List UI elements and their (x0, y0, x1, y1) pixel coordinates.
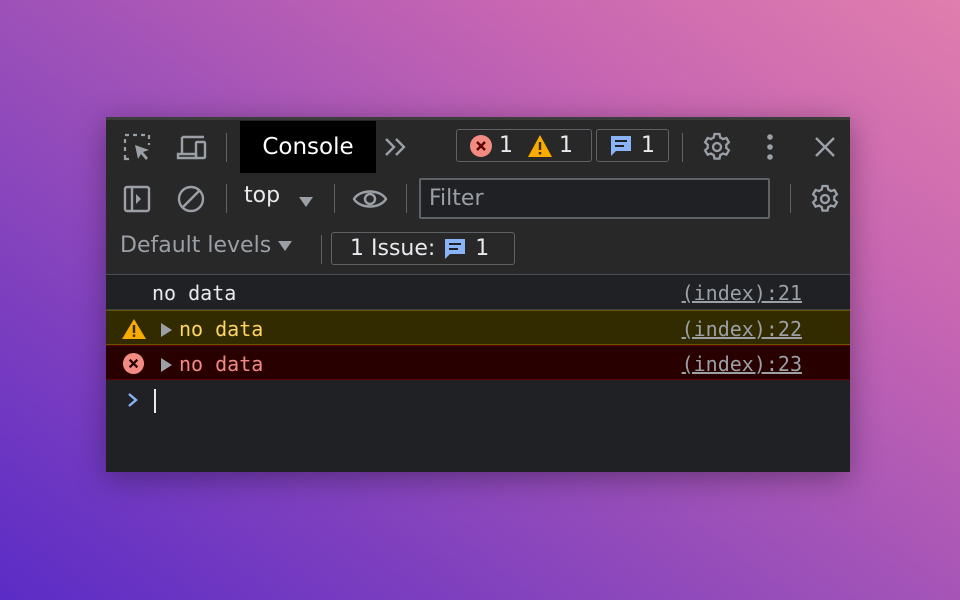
warning-icon (122, 319, 146, 339)
source-link[interactable]: (index):23 (682, 352, 802, 376)
tab-console[interactable]: Console (240, 121, 376, 173)
main-toolbar: Console 1 1 1 (106, 117, 850, 173)
kebab-menu-icon[interactable] (758, 130, 782, 164)
message-icon (445, 238, 466, 259)
warning-count: 1 (559, 133, 573, 158)
console-filter-bar: top Default levels 1 Issue: (106, 173, 850, 275)
message-count: 1 (641, 133, 655, 158)
console-message-error[interactable]: no data (index):23 (106, 345, 850, 380)
console-message-warning[interactable]: no data (index):22 (106, 310, 850, 345)
toolbar-divider (321, 235, 322, 264)
context-selector[interactable]: top (244, 183, 280, 208)
issue-counters[interactable]: 1 1 (456, 129, 592, 162)
error-icon (122, 352, 145, 375)
warning-icon (528, 134, 552, 157)
issues-button[interactable]: 1 Issue: 1 (331, 232, 515, 265)
device-toolbar-icon[interactable] (174, 130, 210, 164)
log-levels-dropdown[interactable]: Default levels (120, 233, 293, 258)
toolbar-divider (226, 184, 227, 213)
prompt-chevron-icon (128, 393, 138, 407)
clear-console-icon[interactable] (174, 182, 208, 216)
message-text: no data (179, 317, 264, 341)
message-text: no data (152, 281, 237, 305)
inspect-element-icon[interactable] (120, 130, 154, 164)
eye-icon[interactable] (350, 182, 390, 216)
message-counter[interactable]: 1 (596, 129, 669, 162)
dropdown-arrow-icon[interactable] (298, 193, 314, 207)
source-link[interactable]: (index):21 (682, 281, 802, 305)
expand-triangle-icon[interactable] (161, 358, 172, 372)
log-levels-label: Default levels (120, 233, 272, 258)
expand-triangle-icon[interactable] (161, 323, 172, 337)
devtools-panel: Console 1 1 1 top Filter Default levels … (106, 117, 850, 472)
issues-label: 1 Issue: (350, 236, 436, 261)
toolbar-divider (226, 133, 227, 162)
filter-input[interactable] (419, 178, 770, 219)
sidebar-toggle-icon[interactable] (120, 182, 154, 216)
more-tabs-icon[interactable] (382, 132, 410, 162)
toolbar-divider (334, 184, 335, 213)
error-icon (470, 134, 492, 157)
issues-count: 1 (475, 236, 490, 261)
console-message-info: no data (index):21 (106, 275, 850, 310)
toolbar-divider (682, 133, 683, 162)
source-link[interactable]: (index):22 (682, 317, 802, 341)
dropdown-arrow-icon (278, 240, 293, 251)
toolbar-divider (790, 184, 791, 213)
console-input-caret[interactable] (154, 389, 156, 413)
close-icon[interactable] (810, 132, 840, 162)
gear-icon[interactable] (700, 130, 734, 164)
console-settings-gear-icon[interactable] (808, 182, 842, 216)
toolbar-divider (406, 184, 407, 213)
error-count: 1 (499, 133, 513, 158)
message-text: no data (179, 352, 264, 376)
message-icon (611, 135, 631, 156)
